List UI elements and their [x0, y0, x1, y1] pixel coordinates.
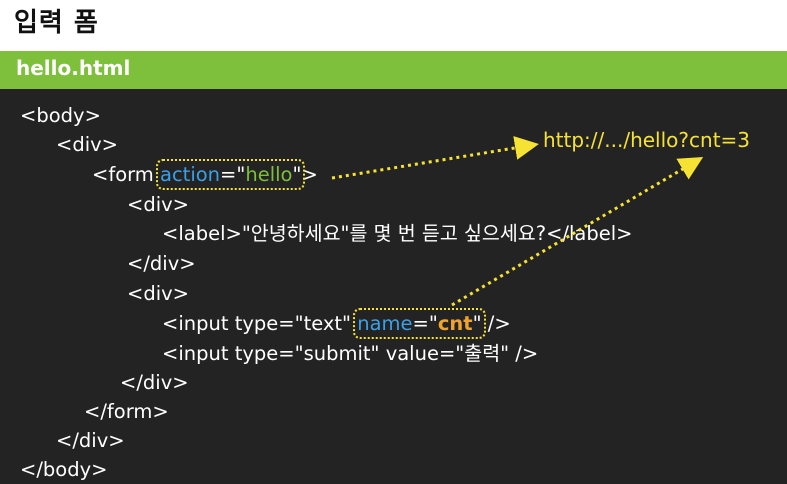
form-tag-end: >	[301, 163, 318, 186]
name-equals: ="	[412, 312, 438, 335]
input-text-start: <input type="text"	[162, 312, 358, 335]
action-equals: ="	[220, 163, 246, 186]
code-line-body-close: </body>	[20, 458, 108, 481]
name-value: cnt	[437, 312, 473, 335]
code-line-label: <label>"안녕하세요"를 몇 번 듣고 싶으세요?</label>	[162, 222, 633, 245]
code-line-div-close-2: </div>	[127, 252, 196, 275]
code-line-div-open-2: <div>	[127, 193, 190, 216]
code-line-div-close: </div>	[56, 429, 125, 452]
code-line-div-open-3: <div>	[127, 282, 190, 305]
url-annotation: http://.../hello?cnt=3	[543, 128, 751, 152]
code-line-input-text: <input type="text" name="cnt" />	[162, 308, 511, 339]
action-highlight: action="hello"	[156, 159, 306, 190]
slide-title: 입력 폼	[14, 8, 99, 38]
form-tag-start: <form	[92, 163, 161, 186]
action-attribute: action	[160, 163, 221, 186]
code-line-input-submit: <input type="submit" value="출력" />	[162, 342, 539, 365]
code-line-div-open: <div>	[56, 133, 119, 156]
name-attribute: name	[357, 312, 413, 335]
file-name: hello.html	[16, 56, 131, 80]
code-line-body-open: <body>	[20, 104, 101, 127]
input-text-end: />	[481, 312, 511, 335]
name-highlight: name="cnt"	[353, 308, 486, 339]
file-header-bar: hello.html	[0, 51, 787, 89]
action-value: hello	[245, 163, 293, 186]
name-quote: "	[472, 312, 482, 335]
code-line-form-open: <form action="hello">	[92, 159, 318, 190]
slide: 입력 폼 hello.html <body> <div> <form actio…	[0, 0, 787, 484]
code-line-form-close: </form>	[84, 400, 169, 423]
code-line-div-close-3: </div>	[120, 371, 189, 394]
